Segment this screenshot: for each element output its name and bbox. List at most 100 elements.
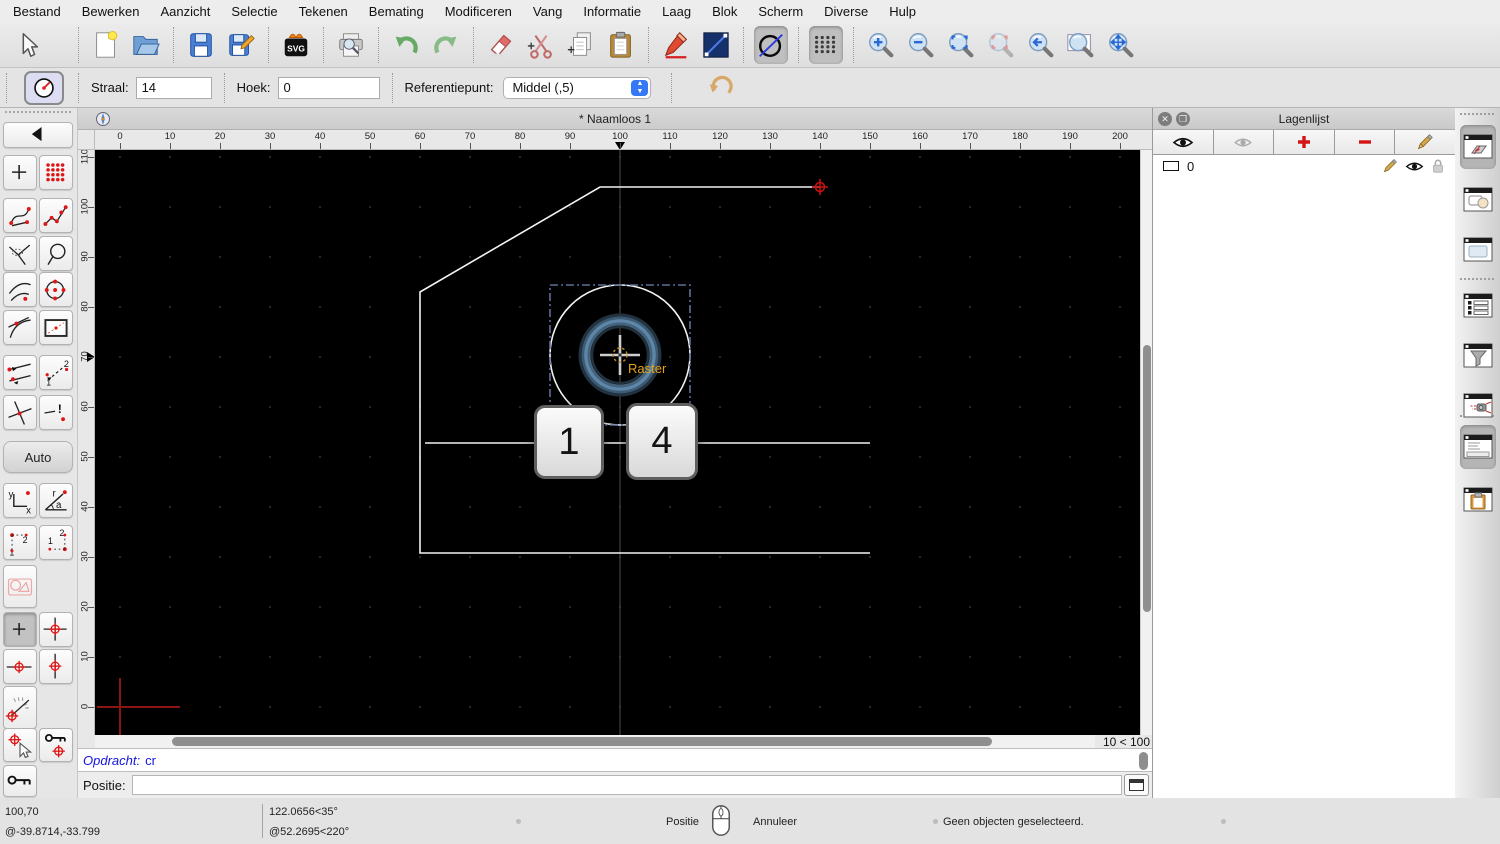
layer-lock-icon[interactable] xyxy=(1431,158,1445,174)
circle-radius-tool-button[interactable] xyxy=(24,70,64,105)
zoom-previous-button[interactable] xyxy=(1024,26,1058,64)
layer-visibility-icon[interactable] xyxy=(1405,160,1424,173)
marker-horizontal-button[interactable] xyxy=(3,649,37,684)
marker-crosshair-button[interactable] xyxy=(39,612,73,647)
tool-key-button[interactable] xyxy=(3,765,37,797)
open-file-button[interactable] xyxy=(129,26,163,64)
draw-pencil-button[interactable] xyxy=(659,26,693,64)
grid-toggle-button[interactable] xyxy=(809,25,843,64)
snap-point-button[interactable] xyxy=(3,155,37,190)
coord-cartesian-button[interactable]: yx xyxy=(3,483,37,518)
marker-cursor-button[interactable] xyxy=(3,728,37,762)
properties-panel-button[interactable] xyxy=(1460,228,1496,272)
layer-row[interactable]: 0 xyxy=(1153,155,1455,177)
snap-circle-button[interactable] xyxy=(39,236,73,271)
horizontal-scrollbar-thumb[interactable] xyxy=(172,737,992,746)
menu-item-diverse[interactable]: Diverse xyxy=(824,4,868,19)
projector-panel-button[interactable] xyxy=(1460,384,1496,428)
zoom-out-button[interactable] xyxy=(904,26,938,64)
collapse-panel-button[interactable]: ❐ xyxy=(1176,112,1190,126)
menu-item-bewerken[interactable]: Bewerken xyxy=(82,4,140,19)
menu-item-hulp[interactable]: Hulp xyxy=(889,4,916,19)
new-document-button[interactable] xyxy=(89,26,123,64)
tool-polyline-button[interactable] xyxy=(39,198,73,233)
menu-item-vang[interactable]: Vang xyxy=(533,4,562,19)
erase-button[interactable] xyxy=(484,26,518,64)
clipboard-panel-button[interactable] xyxy=(1460,478,1496,522)
hide-all-layers-button[interactable] xyxy=(1213,130,1275,155)
straal-input[interactable] xyxy=(135,76,212,99)
collapse-palette-button[interactable] xyxy=(3,122,73,148)
zoom-in-button[interactable] xyxy=(864,26,898,64)
filter-panel-button[interactable] xyxy=(1460,334,1496,378)
referentiepunt-select[interactable]: Middel (,5) ▲ ▼ xyxy=(503,76,652,99)
snap-rect-button[interactable] xyxy=(39,310,73,345)
marker-angle-button[interactable] xyxy=(3,686,37,729)
menu-item-aanzicht[interactable]: Aanzicht xyxy=(161,4,211,19)
layer-color-swatch[interactable] xyxy=(1163,161,1179,171)
shapes-panel-button[interactable] xyxy=(1460,178,1496,222)
command-scrollbar-thumb[interactable] xyxy=(1139,752,1148,770)
menu-item-tekenen[interactable]: Tekenen xyxy=(299,4,348,19)
zoom-window-button[interactable] xyxy=(1064,26,1098,64)
select-arrow-button[interactable] xyxy=(11,26,45,64)
menu-item-modificeren[interactable]: Modificeren xyxy=(445,4,512,19)
snap-arc-button[interactable] xyxy=(3,272,37,307)
layer-edit-pencil-icon[interactable] xyxy=(1382,158,1398,174)
vertical-scrollbar-thumb[interactable] xyxy=(1143,345,1151,612)
snap-direction-button[interactable] xyxy=(3,355,37,390)
save-button[interactable] xyxy=(184,26,218,64)
coord-relative-1-button[interactable]: 12 xyxy=(3,525,37,560)
marker-key-button[interactable] xyxy=(39,728,73,762)
snap-exclude-button[interactable]: ! xyxy=(39,395,73,430)
zoom-fit-button[interactable] xyxy=(944,26,978,64)
menu-item-selectie[interactable]: Selectie xyxy=(231,4,277,19)
print-preview-button[interactable] xyxy=(334,26,368,64)
coord-polar-button[interactable]: ra xyxy=(39,483,73,518)
close-panel-button[interactable]: ✕ xyxy=(1158,112,1172,126)
auto-mode-button[interactable]: Auto xyxy=(3,441,73,473)
cut-button[interactable] xyxy=(524,26,558,64)
window-toggle-button[interactable] xyxy=(1124,774,1149,796)
snap-center-button[interactable] xyxy=(39,272,73,307)
marker-plus-button[interactable] xyxy=(3,612,37,647)
pan-button[interactable] xyxy=(1104,26,1138,64)
command-panel-button[interactable] xyxy=(1460,425,1496,469)
menu-item-bemating[interactable]: Bemating xyxy=(369,4,424,19)
menu-item-informatie[interactable]: Informatie xyxy=(583,4,641,19)
menu-item-blok[interactable]: Blok xyxy=(712,4,737,19)
svg-export-button[interactable]: SVG xyxy=(279,26,313,64)
show-all-layers-button[interactable] xyxy=(1153,130,1214,155)
snap-tangent-button[interactable] xyxy=(3,310,37,345)
horizontal-scrollbar[interactable] xyxy=(95,735,1095,748)
add-layer-button[interactable] xyxy=(1274,130,1335,155)
snap-intersection-button[interactable] xyxy=(3,236,37,271)
remove-layer-button[interactable] xyxy=(1334,130,1396,155)
save-as-button[interactable] xyxy=(224,26,258,64)
undo-button[interactable] xyxy=(389,26,423,64)
menu-item-laag[interactable]: Laag xyxy=(662,4,691,19)
snap-grid-button[interactable] xyxy=(39,155,73,190)
marker-vertical-button[interactable] xyxy=(39,649,73,684)
undo-last-point-button[interactable] xyxy=(706,71,736,104)
coord-relative-2-button[interactable]: 12 xyxy=(39,525,73,560)
line-style-button[interactable] xyxy=(699,26,733,64)
tool-curve-button[interactable] xyxy=(3,198,37,233)
shape-preview-button[interactable] xyxy=(3,565,37,608)
redo-button[interactable] xyxy=(429,26,463,64)
snap-cross-button[interactable] xyxy=(3,395,37,430)
snap-sequence-button[interactable]: 12 xyxy=(39,355,73,390)
copy-button[interactable] xyxy=(564,26,598,64)
hoek-input[interactable] xyxy=(277,76,380,99)
layers-panel-button[interactable] xyxy=(1460,125,1496,169)
menu-item-bestand[interactable]: Bestand xyxy=(13,4,61,19)
list-panel-button[interactable] xyxy=(1460,284,1496,328)
position-input[interactable] xyxy=(131,775,1122,795)
drawing-canvas[interactable]: Raster 1 4 xyxy=(95,150,1140,735)
palette-drag-handle[interactable] xyxy=(5,111,71,113)
edit-layer-button[interactable] xyxy=(1395,130,1455,155)
vertical-scrollbar[interactable] xyxy=(1140,150,1152,735)
ellipse-tool-button[interactable] xyxy=(754,25,788,64)
menu-item-scherm[interactable]: Scherm xyxy=(758,4,803,19)
paste-button[interactable] xyxy=(604,26,638,64)
